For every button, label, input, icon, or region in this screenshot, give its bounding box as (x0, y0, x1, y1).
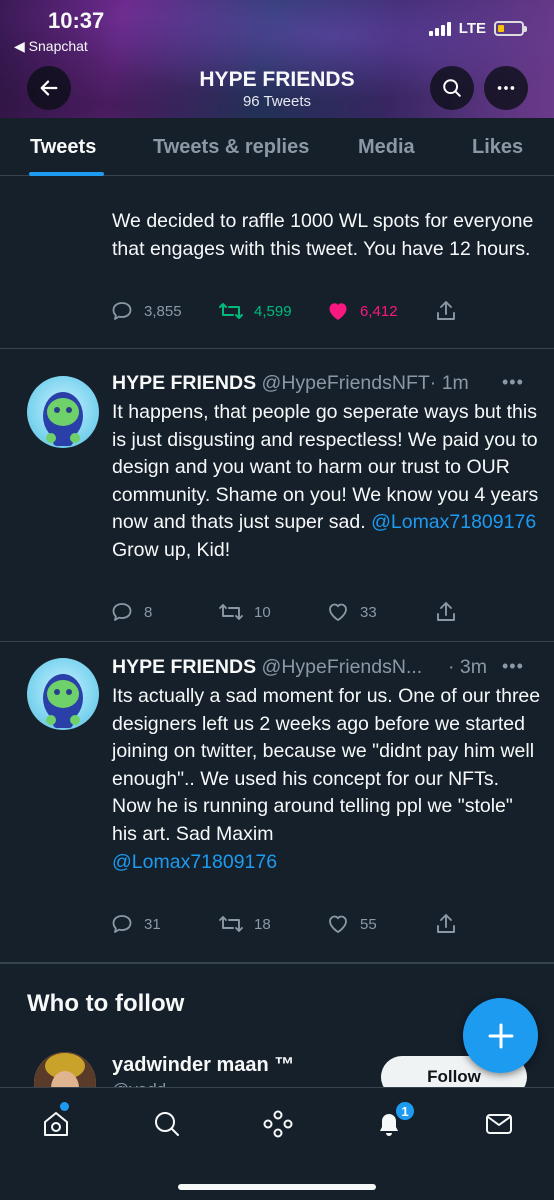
tweet-actions: 31 18 55 (110, 912, 470, 938)
author-handle[interactable]: @HypeFriendsNFT (262, 372, 430, 394)
reply-icon (112, 915, 132, 933)
author-name[interactable]: HYPE FRIENDS (112, 372, 256, 394)
more-options-button[interactable] (484, 66, 528, 110)
tweet-text-main: Its actually a sad moment for us. One of… (112, 685, 541, 845)
mail-icon (486, 1114, 512, 1134)
share-icon (437, 602, 455, 621)
compose-tweet-button[interactable] (463, 998, 538, 1073)
share-button[interactable] (435, 912, 457, 936)
share-icon (437, 301, 455, 320)
nav-search[interactable] (147, 1104, 187, 1144)
who-to-follow-title: Who to follow (27, 990, 185, 1017)
tab-tweets-replies[interactable]: Tweets & replies (153, 136, 309, 159)
suggested-user-name[interactable]: yadwinder maan ™ (112, 1054, 294, 1077)
retweet-button[interactable]: 4,599 (218, 299, 292, 323)
heart-filled-icon (329, 303, 347, 320)
avatar[interactable] (27, 658, 99, 730)
search-icon (155, 1112, 179, 1136)
tweet-time: · 3m (448, 656, 487, 678)
reply-icon (112, 302, 132, 320)
divider (0, 641, 554, 642)
retweet-count: 10 (254, 603, 271, 621)
reply-button[interactable]: 8 (110, 600, 152, 624)
retweet-button[interactable]: 10 (218, 600, 271, 624)
tweet-header: HYPE FRIENDS @HypeFriendsN... (112, 656, 422, 679)
status-time: 10:37 (48, 8, 105, 33)
tweet-more-button[interactable]: ••• (502, 372, 524, 393)
home-icon (44, 1112, 68, 1136)
tweet-actions: 3,855 4,599 6,412 (110, 299, 470, 325)
active-tab-indicator (29, 172, 104, 176)
retweet-count: 18 (254, 915, 271, 933)
reply-button[interactable]: 31 (110, 912, 161, 936)
home-indicator (178, 1184, 376, 1190)
like-count: 6,412 (360, 302, 398, 320)
author-handle[interactable]: @HypeFriendsN... (262, 656, 423, 678)
like-button[interactable]: 55 (326, 912, 377, 936)
hype-friends-avatar-icon (43, 674, 83, 728)
more-dots-icon (497, 86, 515, 90)
mention-link[interactable]: @Lomax71809176 (112, 851, 277, 873)
tweet-text: It happens, that people go seperate ways… (112, 399, 542, 565)
divider (0, 348, 554, 349)
tweet-text: Its actually a sad moment for us. One of… (112, 683, 542, 876)
heart-icon (329, 603, 347, 621)
status-indicators: LTE (428, 20, 527, 37)
search-button[interactable] (430, 66, 474, 110)
avatar[interactable] (27, 376, 99, 448)
profile-header-banner: 10:37 ◀ Snapchat LTE HYPE FRIENDS 96 Twe… (0, 0, 554, 118)
nav-messages[interactable] (479, 1104, 519, 1144)
reply-count: 3,855 (144, 302, 182, 320)
battery-icon (494, 21, 527, 36)
profile-tabs: Tweets Tweets & replies Media Likes (0, 118, 554, 176)
plus-icon (488, 1023, 513, 1048)
tweet-time: · 1m (429, 372, 469, 394)
signal-icon (428, 21, 451, 36)
like-count: 55 (360, 915, 377, 933)
retweet-icon (219, 604, 243, 620)
share-button[interactable] (435, 600, 457, 624)
retweet-count: 4,599 (254, 302, 292, 320)
retweet-button[interactable]: 18 (218, 912, 271, 936)
back-to-app-link[interactable]: ◀ Snapchat (14, 38, 88, 55)
reply-icon (112, 603, 132, 621)
tweet-text: We decided to raffle 1000 WL spots for e… (112, 210, 534, 260)
tweet-text-after: Grow up, Kid! (112, 538, 231, 561)
tweet-time-wrap: · 3m (448, 656, 487, 679)
retweet-icon (219, 916, 243, 932)
nav-home[interactable] (36, 1104, 76, 1144)
notifications-badge: 1 (394, 1100, 416, 1122)
share-icon (437, 914, 455, 933)
like-button[interactable]: 6,412 (326, 299, 398, 323)
tab-media[interactable]: Media (358, 136, 415, 159)
home-unread-dot (60, 1102, 69, 1111)
tab-likes[interactable]: Likes (472, 136, 523, 159)
tweet-header: HYPE FRIENDS @HypeFriendsNFT· 1m (112, 372, 469, 395)
tweet-more-button[interactable]: ••• (502, 656, 524, 677)
mention-link[interactable]: @Lomax71809176 (371, 511, 536, 533)
tweet-actions: 8 10 33 (110, 600, 470, 626)
nav-spaces[interactable] (258, 1104, 298, 1144)
reply-count: 8 (144, 603, 153, 621)
author-name[interactable]: HYPE FRIENDS (112, 656, 256, 678)
share-button[interactable] (435, 299, 457, 323)
spaces-icon (263, 1110, 293, 1138)
like-count: 33 (360, 603, 377, 621)
retweet-icon (219, 303, 243, 319)
divider (0, 962, 554, 964)
reply-count: 31 (144, 915, 161, 933)
hype-friends-avatar-icon (43, 392, 83, 446)
network-label: LTE (458, 20, 486, 37)
search-icon (443, 79, 461, 97)
heart-icon (329, 915, 347, 933)
reply-button[interactable]: 3,855 (110, 299, 182, 323)
tab-tweets[interactable]: Tweets (30, 136, 96, 159)
like-button[interactable]: 33 (326, 600, 377, 624)
